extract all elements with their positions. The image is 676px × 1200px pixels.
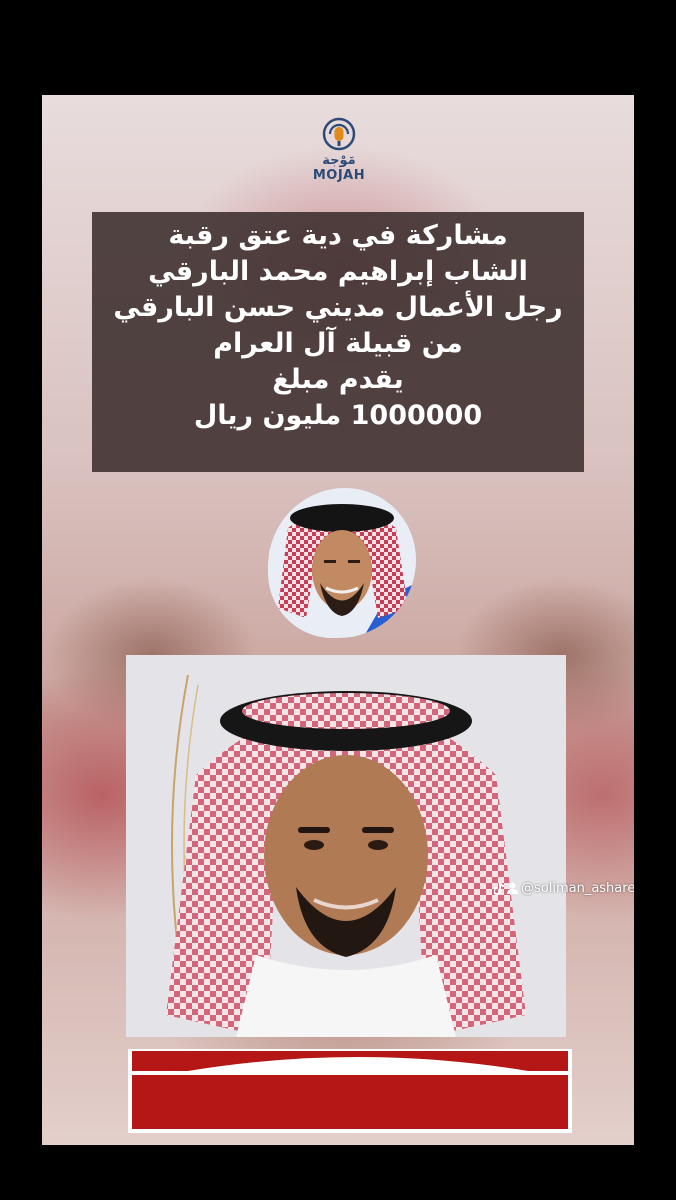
user-icon — [507, 882, 518, 894]
announcement-line-4: من قبيلة آل العرام — [213, 328, 463, 359]
small-portrait-photo — [268, 488, 416, 638]
announcement-line-5: يقدم مبلغ — [272, 364, 404, 395]
logo-english-text: MOJAH — [312, 168, 366, 183]
announcement-line-6: 1000000 مليون ريال — [193, 400, 483, 431]
announcement-box: مشاركة في دية عتق رقبة الشاب إبراهيم محم… — [92, 212, 584, 472]
announcement-line-1: مشاركة في دية عتق رقبة — [168, 220, 508, 251]
banner-arc — [188, 1057, 528, 1071]
tiktok-icon — [494, 881, 504, 895]
announcement-line-2: الشاب إبراهيم محمد البارقي — [148, 256, 528, 287]
watermark: @soliman_asharef — [494, 879, 634, 897]
microphone-icon — [322, 117, 356, 151]
large-portrait-photo — [126, 655, 566, 1037]
watermark-handle: @soliman_asharef — [521, 880, 634, 896]
mojah-logo: مَوْجة MOJAH — [304, 117, 374, 199]
announcement-line-3: رجل الأعمال مديني حسن البارقي — [113, 292, 563, 323]
red-banner — [128, 1049, 572, 1133]
post-card: مَوْجة MOJAH مشاركة في دية عتق رقبة الشا… — [42, 95, 634, 1145]
banner-bar — [132, 1075, 568, 1129]
logo-arabic-text: مَوْجة — [322, 153, 356, 168]
